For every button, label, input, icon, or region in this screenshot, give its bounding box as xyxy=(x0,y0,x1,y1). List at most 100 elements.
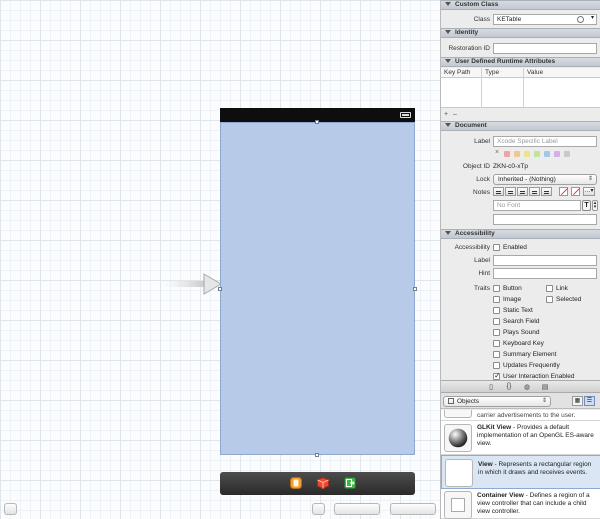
trait-label: User Interaction Enabled xyxy=(503,373,575,380)
column-key-path[interactable]: Key Path xyxy=(444,69,470,76)
trait-keyboard-key-checkbox[interactable] xyxy=(493,340,500,347)
device-size-toggle-button[interactable] xyxy=(312,503,325,515)
trait-label: Updates Frequently xyxy=(503,362,560,369)
align-natural-icon[interactable] xyxy=(541,187,552,196)
label-color-swatch[interactable] xyxy=(534,151,540,157)
class-nav-icon[interactable] xyxy=(577,16,584,23)
label-color-swatch[interactable] xyxy=(504,151,510,157)
more-options-icon[interactable]: …▾ xyxy=(583,187,595,196)
trait-label: Button xyxy=(503,285,522,292)
font-picker-button[interactable]: T xyxy=(582,200,591,211)
trait-static-text-checkbox[interactable] xyxy=(493,307,500,314)
label-color-swatch[interactable] xyxy=(544,151,550,157)
disclosure-triangle-icon xyxy=(445,2,451,6)
column-value[interactable]: Value xyxy=(527,69,543,76)
popup-arrows-icon: ⇕ xyxy=(587,176,593,182)
trait-selected-checkbox[interactable] xyxy=(546,296,553,303)
align-center-icon[interactable] xyxy=(505,187,516,196)
runtime-attributes-header[interactable]: User Defined Runtime Attributes xyxy=(441,57,600,67)
document-outline-toggle-button[interactable] xyxy=(4,503,17,515)
resize-handle-left[interactable] xyxy=(218,287,222,291)
class-combo-box[interactable]: KETable ▾ xyxy=(493,14,597,25)
disclosure-triangle-icon xyxy=(445,59,451,63)
storyboard-canvas[interactable] xyxy=(0,0,440,519)
file-template-library-icon[interactable]: ▯ xyxy=(486,383,496,391)
clear-label-color-button[interactable]: × xyxy=(495,149,499,156)
trait-label: Keyboard Key xyxy=(503,340,544,347)
column-divider xyxy=(481,68,482,108)
add-attribute-button[interactable]: + xyxy=(444,111,448,118)
trait-summary-element-checkbox[interactable] xyxy=(493,351,500,358)
accessibility-header[interactable]: Accessibility xyxy=(441,229,600,239)
disclosure-triangle-icon xyxy=(445,123,451,127)
resize-handle-right[interactable] xyxy=(413,287,417,291)
accessibility-enabled-checkbox[interactable] xyxy=(493,244,500,251)
text-color-swatch-icon[interactable] xyxy=(559,187,569,196)
label-color-swatch[interactable] xyxy=(554,151,560,157)
list-item[interactable]: Container View - Defines a region of a v… xyxy=(441,489,600,519)
background-color-swatch-icon[interactable] xyxy=(571,187,581,196)
objects-icon xyxy=(448,398,454,404)
font-field[interactable]: No Font xyxy=(493,200,581,211)
initial-view-controller-arrow-icon[interactable] xyxy=(162,272,224,296)
trait-button-checkbox[interactable] xyxy=(493,285,500,292)
glkit-sphere-icon xyxy=(444,424,472,452)
runtime-attributes-table[interactable] xyxy=(441,78,600,108)
class-dropdown-icon[interactable]: ▾ xyxy=(591,14,594,23)
list-item[interactable]: carrier advertisements to the user. xyxy=(441,410,600,421)
accessibility-label-field[interactable] xyxy=(493,255,597,266)
label-color-swatch[interactable] xyxy=(564,151,570,157)
custom-class-header[interactable]: Custom Class xyxy=(441,0,600,10)
disclosure-triangle-icon xyxy=(445,231,451,235)
font-size-stepper[interactable]: ▴ ▾ xyxy=(592,200,598,211)
view-controller-scene[interactable] xyxy=(218,108,417,457)
view-controller-icon[interactable] xyxy=(290,477,302,489)
ad-banner-thumbnail xyxy=(444,410,472,418)
library-filter-popup[interactable]: Objects ⇕ xyxy=(443,396,551,407)
object-library-icon[interactable]: ◍ xyxy=(522,383,532,391)
accessibility-label-label: Label xyxy=(474,257,490,264)
document-header[interactable]: Document xyxy=(441,121,600,131)
list-view-icon[interactable]: ☰ xyxy=(584,396,595,406)
align-justify-icon[interactable] xyxy=(529,187,540,196)
exit-icon[interactable] xyxy=(344,477,356,489)
layout-buttons-group[interactable] xyxy=(334,503,380,515)
code-snippet-library-icon[interactable]: {} xyxy=(504,383,514,391)
trait-label: Image xyxy=(503,296,522,303)
label-color-swatch[interactable] xyxy=(514,151,520,157)
object-id-label: Object ID xyxy=(462,163,490,170)
label-color-swatch[interactable] xyxy=(524,151,530,157)
trait-image-checkbox[interactable] xyxy=(493,296,500,303)
list-item[interactable]: GLKit View - Provides a default implemen… xyxy=(441,421,600,455)
first-responder-icon[interactable] xyxy=(317,477,329,489)
column-type[interactable]: Type xyxy=(485,69,499,76)
lock-popup[interactable]: Inherited - (Nothing) ⇕ xyxy=(493,174,597,185)
zoom-buttons-group[interactable] xyxy=(390,503,436,515)
column-divider xyxy=(523,68,524,108)
identity-header[interactable]: Identity xyxy=(441,28,600,38)
trait-label: Static Text xyxy=(503,307,533,314)
accessibility-hint-field[interactable] xyxy=(493,268,597,279)
library-tab-bar: ▯ {} ◍ ▤ xyxy=(441,380,600,393)
grid-view-icon[interactable]: ▦ xyxy=(572,396,583,406)
trait-label: Selected xyxy=(556,296,582,303)
remove-attribute-button[interactable]: – xyxy=(453,111,457,118)
trait-updates-frequently-checkbox[interactable] xyxy=(493,362,500,369)
trait-label: Link xyxy=(556,285,568,292)
align-left-icon[interactable] xyxy=(493,187,504,196)
media-library-icon[interactable]: ▤ xyxy=(540,383,550,391)
trait-link-checkbox[interactable] xyxy=(546,285,553,292)
notes-text-field[interactable] xyxy=(493,214,597,225)
accessibility-label: Accessibility xyxy=(454,244,490,251)
document-label-field[interactable]: Xcode Specific Label xyxy=(493,136,597,147)
scene-dock xyxy=(220,472,415,495)
trait-user-interaction-enabled-checkbox[interactable] xyxy=(493,371,501,380)
trait-plays-sound-checkbox[interactable] xyxy=(493,329,500,336)
trait-search-field-checkbox[interactable] xyxy=(493,318,500,325)
resize-handle-top[interactable] xyxy=(315,120,319,124)
resize-handle-bottom[interactable] xyxy=(315,453,319,457)
align-right-icon[interactable] xyxy=(517,187,528,196)
list-item-selected[interactable]: View - Represents a rectangular region i… xyxy=(441,455,600,489)
main-view[interactable] xyxy=(220,122,415,455)
restoration-id-field[interactable] xyxy=(493,43,597,54)
